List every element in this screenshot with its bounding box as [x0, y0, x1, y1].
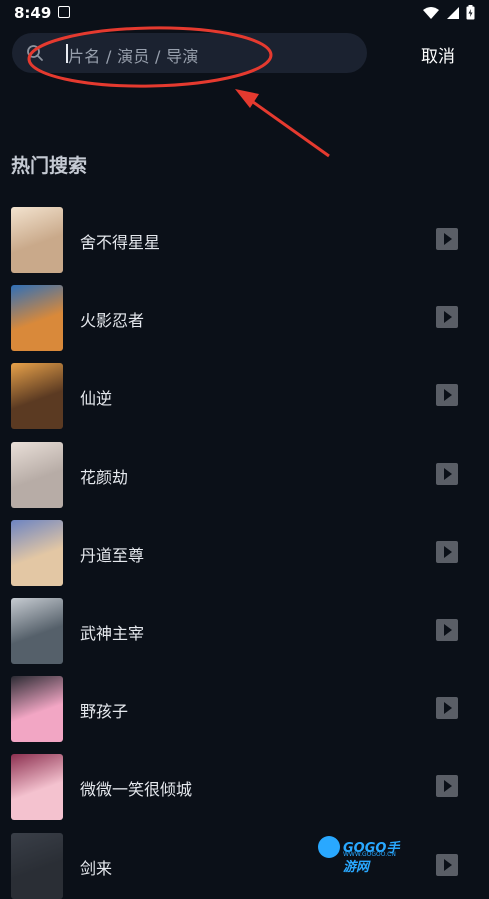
item-title: 微微一笑很倾城 — [80, 780, 193, 800]
item-title: 仙逆 — [80, 389, 113, 409]
status-time: 8:49 — [14, 4, 52, 22]
play-icon[interactable] — [436, 775, 458, 798]
item-title: 火影忍者 — [80, 311, 145, 331]
poster-thumbnail[interactable] — [11, 285, 63, 352]
app-notification-icon — [58, 6, 70, 18]
poster-image — [11, 441, 63, 508]
list-item[interactable]: 武神主宰 — [0, 598, 489, 664]
play-icon[interactable] — [436, 540, 458, 563]
poster-image — [11, 363, 63, 430]
play-icon[interactable] — [436, 853, 458, 876]
play-icon[interactable] — [436, 384, 458, 407]
annotation-arrow-line — [245, 95, 330, 158]
play-icon[interactable] — [436, 619, 458, 641]
poster-image — [11, 285, 63, 352]
list-item[interactable]: 舍不得星星 — [0, 207, 489, 273]
status-icons — [422, 5, 475, 20]
list-item[interactable]: 剑来 — [0, 832, 489, 899]
cancel-button[interactable]: 取消 — [421, 42, 455, 67]
item-title: 花颜劫 — [80, 467, 129, 487]
search-input[interactable]: 片名 / 演员 / 导演 — [12, 33, 367, 73]
item-title: 剑来 — [80, 858, 113, 878]
poster-thumbnail[interactable] — [11, 754, 63, 821]
list-item[interactable]: 花颜劫 — [0, 441, 489, 508]
poster-image — [11, 676, 63, 743]
list-item[interactable]: 火影忍者 — [0, 285, 489, 352]
signal-icon — [447, 6, 459, 19]
poster-image — [11, 598, 63, 664]
poster-thumbnail[interactable] — [11, 598, 63, 664]
battery-icon — [466, 5, 475, 20]
poster-image — [11, 207, 63, 273]
list-item[interactable]: 野孩子 — [0, 676, 489, 743]
item-title: 丹道至尊 — [80, 545, 145, 565]
watermark-subtext: WWW.GOGOO.CN — [343, 851, 396, 858]
poster-thumbnail[interactable] — [11, 207, 63, 273]
play-icon[interactable] — [436, 306, 458, 329]
status-bar: 8:49 — [0, 0, 489, 28]
watermark-icon — [318, 836, 340, 858]
list-item[interactable]: 丹道至尊 — [0, 519, 489, 586]
item-title: 舍不得星星 — [80, 233, 161, 252]
play-icon[interactable] — [436, 697, 458, 720]
poster-thumbnail[interactable] — [11, 676, 63, 743]
play-icon[interactable] — [436, 228, 458, 250]
poster-thumbnail[interactable] — [11, 519, 63, 586]
poster-image — [11, 754, 63, 821]
list-item[interactable]: 仙逆 — [0, 363, 489, 430]
wifi-icon — [423, 6, 439, 19]
search-icon — [27, 45, 43, 61]
list-item[interactable]: 微微一笑很倾城 — [0, 754, 489, 821]
poster-thumbnail[interactable] — [11, 363, 63, 430]
item-title: 野孩子 — [80, 702, 129, 722]
play-icon[interactable] — [436, 462, 458, 485]
item-title: 武神主宰 — [80, 624, 145, 643]
poster-thumbnail[interactable] — [11, 832, 63, 899]
poster-image — [11, 519, 63, 586]
poster-thumbnail[interactable] — [11, 441, 63, 508]
poster-image — [11, 832, 63, 899]
annotation-arrow-head — [235, 89, 259, 108]
hot-search-title: 热门搜索 — [11, 155, 88, 177]
search-placeholder: 片名 / 演员 / 导演 — [68, 47, 199, 66]
watermark-logo: GOGO手游网 WWW.GOGOO.CN — [318, 836, 408, 875]
